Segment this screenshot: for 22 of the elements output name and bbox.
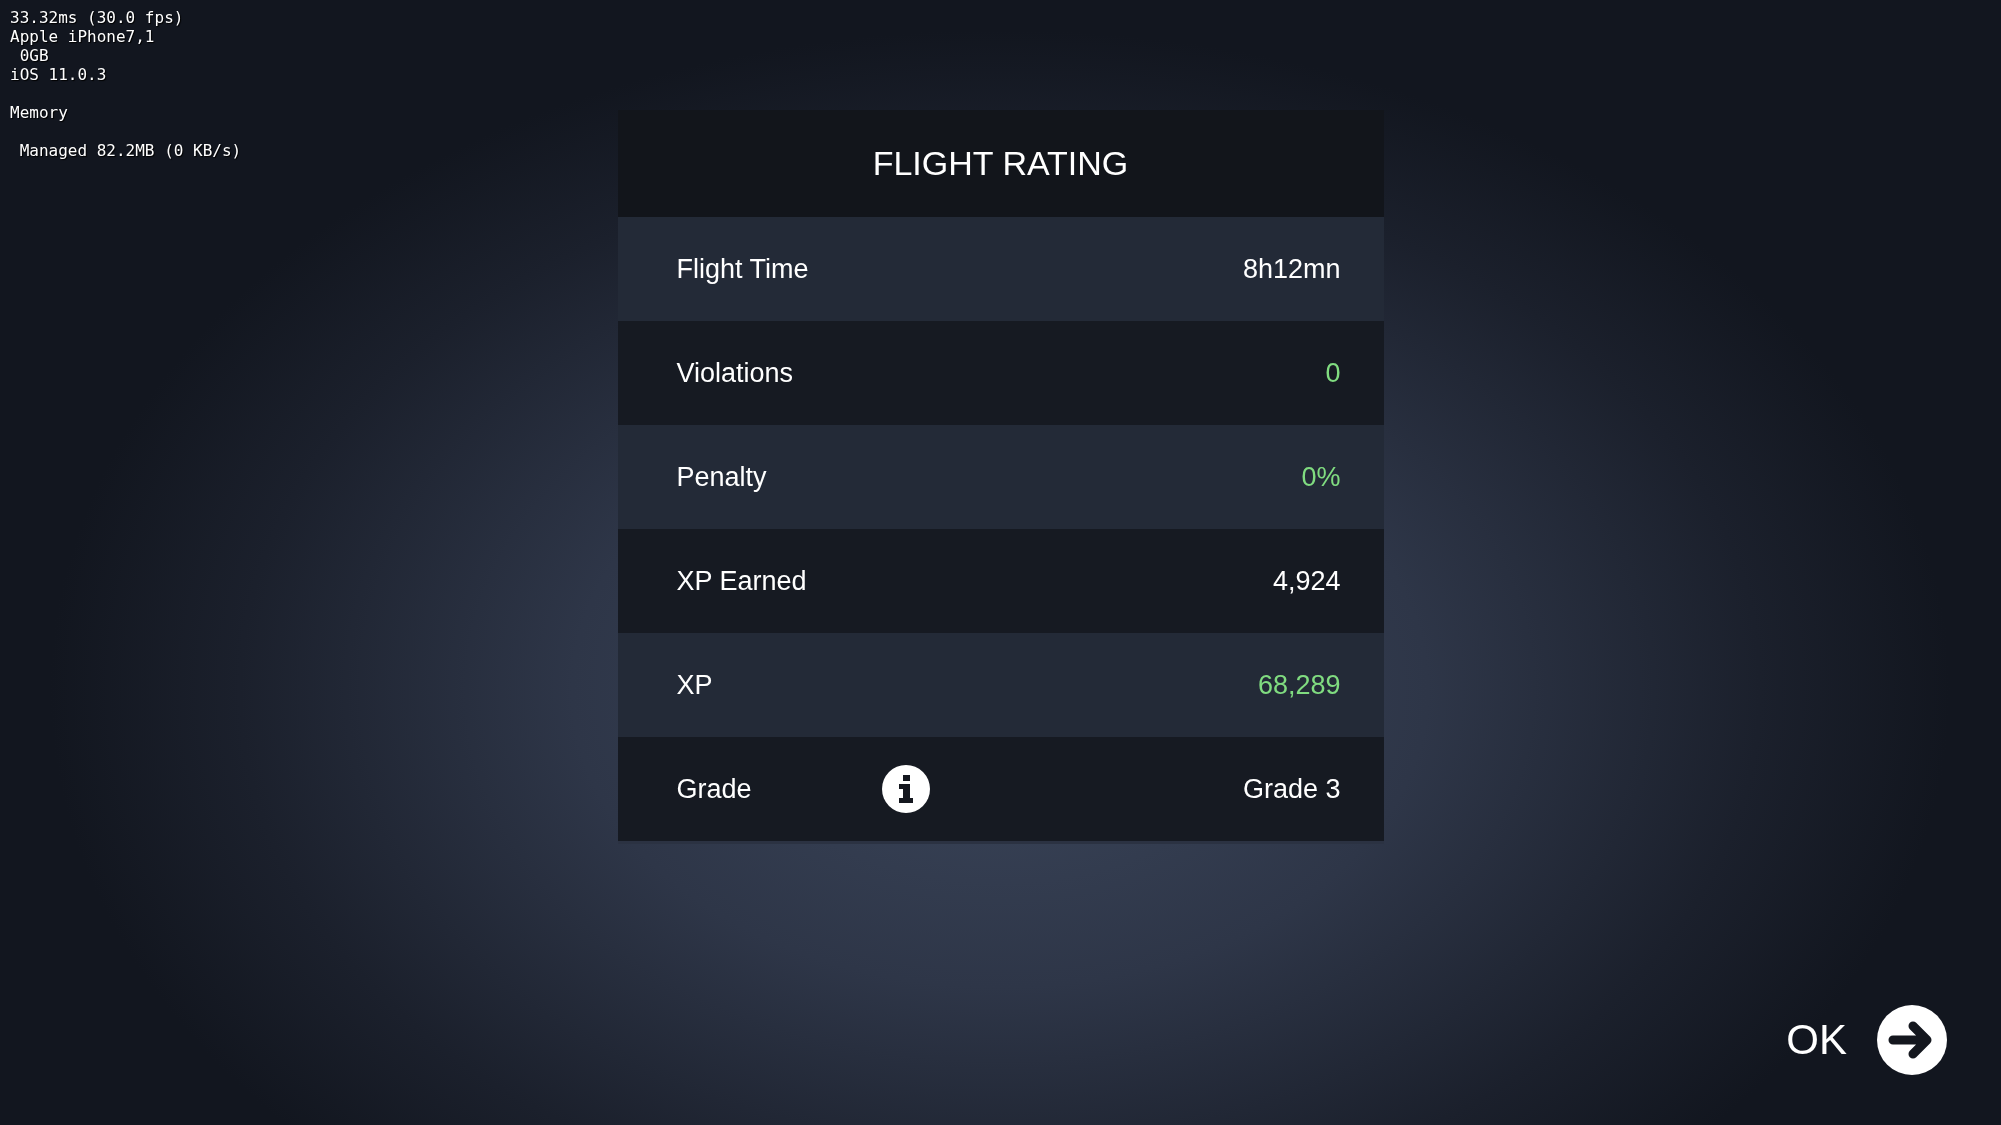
debug-text: Memory (10, 103, 68, 122)
debug-text: 0GB (18, 46, 49, 65)
stat-value: Grade 3 (1242, 773, 1341, 805)
stat-value: 4,924 (1272, 565, 1341, 597)
stat-value: 68,289 (1257, 669, 1341, 701)
debug-text: 33.32ms (30.0 fps) (10, 8, 184, 27)
stat-label: Grade (676, 773, 752, 805)
stat-value: 0% (1301, 461, 1341, 493)
stat-value: 0 (1325, 357, 1341, 389)
debug-text: Apple iPhone7,1 (10, 27, 155, 46)
stat-label: Flight Time (676, 253, 809, 285)
stat-label: XP Earned (676, 565, 807, 597)
debug-text: Managed 82.2MB (0 KB/s) (18, 141, 242, 160)
stat-label: Penalty (676, 461, 767, 493)
panel-title: FLIGHT RATING (872, 144, 1129, 183)
stat-label: Violations (676, 357, 794, 389)
stat-label: XP (676, 669, 713, 701)
arrow-right-icon (1877, 1005, 1947, 1075)
info-icon[interactable] (881, 765, 930, 813)
ok-button[interactable]: OK (1786, 1005, 1947, 1075)
debug-text: iOS 11.0.3 (10, 65, 107, 84)
stat-value: 8h12mn (1242, 253, 1341, 285)
